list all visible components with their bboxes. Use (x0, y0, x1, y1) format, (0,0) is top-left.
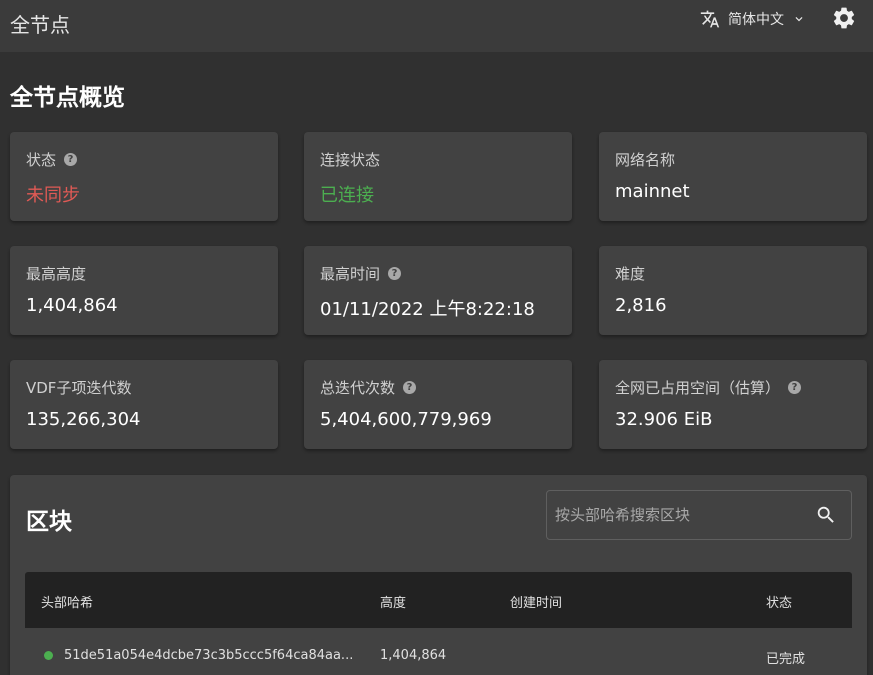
translate-icon (700, 9, 720, 29)
search-icon[interactable] (815, 504, 837, 530)
vdf-sub-slot-iters-value: 135,266,304 (26, 409, 141, 430)
column-header-created: 创建时间 (510, 596, 563, 611)
help-icon[interactable]: ? (388, 267, 402, 280)
vdf-sub-slot-iters-label: VDF子项迭代数 (26, 379, 132, 397)
connection-status-label: 连接状态 (320, 151, 381, 169)
estimated-netspace-value: 32.906 EiB (615, 409, 713, 430)
block-search-input[interactable] (555, 491, 805, 539)
estimated-netspace-label: 全网已占用空间（估算） (615, 379, 781, 397)
table-row[interactable]: 51de51a054e4dcbe73c3b5ccc5f64ca84aa... 1… (25, 628, 852, 675)
peak-time-value: 01/11/2022 上午8:22:18 (320, 299, 535, 320)
blocks-panel: 区块 头部哈希 高度 创建时间 状态 51de51a054e4dcbe73c3b… (10, 475, 867, 675)
blocks-title: 区块 (26, 509, 72, 535)
page-title: 全节点概览 (10, 85, 125, 111)
network-name-value: mainnet (615, 181, 690, 202)
chevron-down-icon (792, 12, 806, 26)
status-value: 未同步 (26, 185, 80, 206)
language-label: 简体中文 (728, 12, 784, 28)
help-icon[interactable]: ? (64, 153, 78, 166)
total-iterations-card: 总迭代次数? 5,404,600,779,969 (304, 360, 572, 449)
peak-time-card: 最高时间? 01/11/2022 上午8:22:18 (304, 246, 572, 335)
app-bar: 全节点 简体中文 (0, 0, 873, 52)
theme-toggle-button[interactable] (830, 6, 858, 34)
status-label: 状态 (26, 151, 57, 169)
block-status: 已完成 (766, 652, 806, 667)
connection-status-card: 连接状态 已连接 (304, 132, 572, 221)
peak-time-label: 最高时间 (320, 265, 381, 283)
column-header-height: 高度 (380, 596, 407, 611)
status-dot-icon (44, 651, 53, 660)
block-search (546, 490, 852, 540)
difficulty-label: 难度 (615, 265, 646, 283)
help-icon[interactable]: ? (403, 381, 417, 394)
help-icon[interactable]: ? (788, 381, 802, 394)
gear-icon (831, 5, 857, 35)
total-iterations-value: 5,404,600,779,969 (320, 409, 492, 430)
network-name-label: 网络名称 (615, 151, 676, 169)
app-title: 全节点 (10, 13, 70, 37)
language-selector[interactable]: 简体中文 (700, 9, 806, 29)
estimated-netspace-card: 全网已占用空间（估算）? 32.906 EiB (599, 360, 867, 449)
status-card: 状态? 未同步 (10, 132, 278, 221)
block-hash[interactable]: 51de51a054e4dcbe73c3b5ccc5f64ca84aa... (64, 648, 353, 663)
total-iterations-label: 总迭代次数 (320, 379, 396, 397)
connection-status-value: 已连接 (320, 185, 374, 206)
vdf-sub-slot-iters-card: VDF子项迭代数 135,266,304 (10, 360, 278, 449)
peak-height-value: 1,404,864 (26, 295, 118, 316)
table-header: 头部哈希 高度 创建时间 状态 (25, 572, 852, 628)
peak-height-card: 最高高度 1,404,864 (10, 246, 278, 335)
difficulty-card: 难度 2,816 (599, 246, 867, 335)
blocks-table: 头部哈希 高度 创建时间 状态 51de51a054e4dcbe73c3b5cc… (25, 572, 852, 675)
network-name-card: 网络名称 mainnet (599, 132, 867, 221)
block-height: 1,404,864 (380, 648, 447, 663)
column-header-status: 状态 (766, 596, 793, 611)
peak-height-label: 最高高度 (26, 265, 87, 283)
difficulty-value: 2,816 (615, 295, 667, 316)
column-header-hash: 头部哈希 (41, 596, 94, 611)
